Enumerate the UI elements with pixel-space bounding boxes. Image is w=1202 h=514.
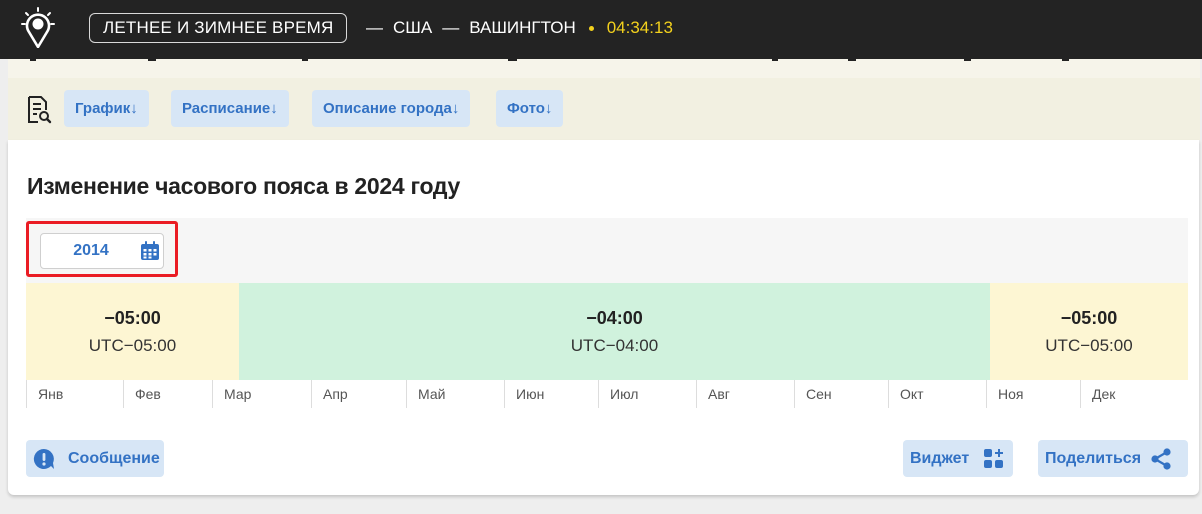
month-label: Июл [598, 380, 638, 408]
breadcrumb-separator: — [442, 18, 460, 37]
breadcrumb-city[interactable]: ВАШИНГТОН [469, 18, 576, 38]
anchor-link-label: Расписание [182, 100, 271, 117]
month-label: Мар [212, 380, 251, 408]
anchor-nav: График↓ Расписание↓ Описание города↓ Фот… [8, 78, 1200, 140]
anchor-link-label: Описание города [323, 100, 452, 117]
arrow-down-icon: ↓ [451, 100, 460, 117]
anchor-link-schedule[interactable]: Расписание↓ [171, 90, 289, 127]
top-bar: ЛЕТНЕЕ И ЗИМНЕЕ ВРЕМЯ — США — ВАШИНГТОН … [0, 0, 1202, 59]
clipped-heading-text [30, 59, 1069, 61]
tz-utc: UTC−04:00 [570, 336, 659, 355]
widget-button[interactable]: Виджет [903, 440, 1013, 477]
widget-grid-icon [984, 449, 1003, 468]
arrow-down-icon: ↓ [130, 100, 138, 117]
anchor-link-label: Фото [507, 100, 545, 117]
month-label: Май [406, 380, 445, 408]
share-button-label: Поделиться [1045, 450, 1142, 467]
anchor-link-label: График [75, 100, 131, 117]
clock-dot [588, 25, 594, 31]
message-button-label: Сообщение [68, 450, 160, 467]
month-label: Ноя [986, 380, 1023, 408]
message-button[interactable]: Сообщение [26, 440, 164, 477]
anchor-link-chart[interactable]: График↓ [64, 90, 149, 127]
share-icon [1151, 448, 1171, 470]
widget-button-label: Виджет [910, 450, 970, 467]
card-title: Изменение часового пояса в 2024 году [27, 173, 460, 199]
month-label: Фев [123, 380, 161, 408]
month-label: Июн [504, 380, 544, 408]
tz-band-summer: −04:00 UTC−04:00 [239, 283, 990, 380]
month-axis: Янв Фев Мар Апр Май Июн Июл Авг Сен Окт … [26, 380, 1188, 408]
year-value: 2014 [73, 242, 109, 259]
month-label: Янв [26, 380, 63, 408]
breadcrumb: — США — ВАШИНГТОН 04:34:13 [366, 16, 673, 40]
calendar-icon[interactable] [139, 240, 161, 262]
timezone-chart: 2014 −05:00 UTC−05:00 −04:00 UTC−04:00 −… [26, 218, 1188, 408]
month-label: Дек [1080, 380, 1115, 408]
alert-bubble-icon [33, 448, 54, 469]
tz-offset: −05:00 [1060, 308, 1118, 328]
arrow-down-icon: ↓ [544, 100, 553, 117]
map-pin-sun-icon[interactable] [20, 6, 56, 48]
year-picker[interactable]: 2014 [40, 233, 164, 269]
tz-utc: UTC−05:00 [88, 336, 177, 355]
tz-band-winter-late: −05:00 UTC−05:00 [990, 283, 1188, 380]
anchor-link-photo[interactable]: Фото↓ [496, 90, 564, 127]
tz-offset: −05:00 [104, 308, 161, 328]
arrow-down-icon: ↓ [270, 100, 278, 117]
anchor-link-city-description[interactable]: Описание города↓ [312, 90, 471, 127]
share-button[interactable]: Поделиться [1038, 440, 1188, 477]
breadcrumb-country[interactable]: США [393, 18, 432, 38]
tz-band-winter-early: −05:00 UTC−05:00 [26, 283, 239, 380]
month-label: Авг [696, 380, 730, 408]
title-button[interactable]: ЛЕТНЕЕ И ЗИМНЕЕ ВРЕМЯ [89, 13, 348, 43]
timezone-change-card: Изменение часового пояса в 2024 году 201… [8, 140, 1199, 495]
month-label: Апр [311, 380, 348, 408]
document-search-icon [28, 96, 52, 124]
breadcrumb-separator: — [366, 18, 383, 37]
tz-offset: −04:00 [586, 308, 643, 328]
month-label: Окт [888, 380, 924, 408]
scrolled-heading [8, 59, 1200, 78]
month-label: Сен [794, 380, 832, 408]
tz-utc: UTC−05:00 [1045, 336, 1133, 355]
current-time: 04:34:13 [606, 18, 673, 37]
